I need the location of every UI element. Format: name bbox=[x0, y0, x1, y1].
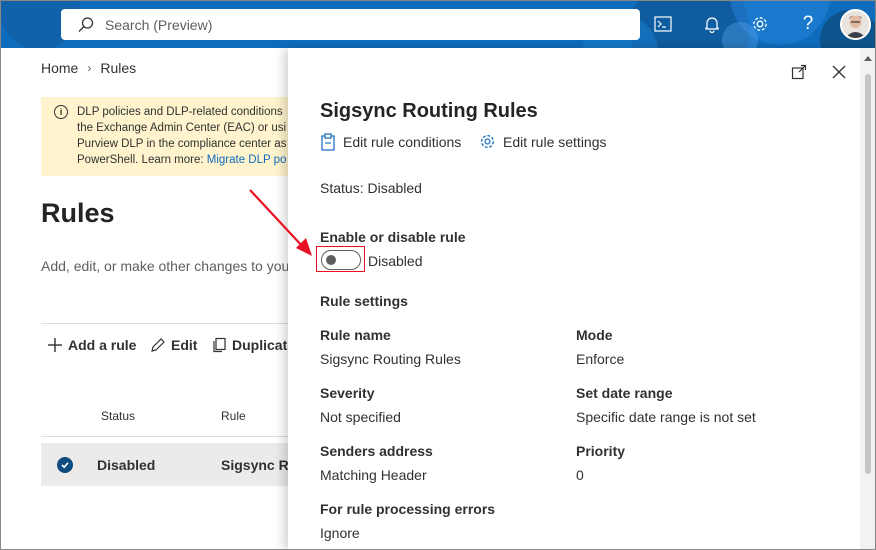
search-icon bbox=[78, 16, 94, 32]
severity-label: Severity bbox=[320, 385, 375, 401]
edit-rule-settings-button[interactable]: Edit rule settings bbox=[479, 133, 607, 150]
search-input[interactable] bbox=[105, 16, 605, 33]
rule-settings-heading: Rule settings bbox=[320, 293, 408, 309]
avatar[interactable] bbox=[840, 9, 871, 40]
breadcrumb: Home › Rules bbox=[41, 60, 136, 76]
enable-rule-toggle[interactable] bbox=[321, 250, 361, 270]
toggle-knob bbox=[326, 255, 336, 265]
terminal-icon[interactable] bbox=[651, 12, 675, 36]
breadcrumb-current: Rules bbox=[100, 60, 137, 76]
pencil-icon bbox=[151, 338, 165, 352]
info-line-1: DLP policies and DLP-related conditions bbox=[77, 106, 283, 118]
toggle-heading: Enable or disable rule bbox=[320, 229, 466, 245]
panel-title: Sigsync Routing Rules bbox=[320, 100, 538, 122]
row-status: Disabled bbox=[97, 457, 156, 473]
edit-rule-conditions-button[interactable]: Edit rule conditions bbox=[320, 133, 461, 151]
avatar-image bbox=[842, 11, 869, 38]
page-description: Add, edit, or make other changes to you bbox=[41, 258, 290, 274]
table-header-divider bbox=[41, 436, 301, 437]
panel-scrollbar[interactable] bbox=[860, 48, 876, 550]
info-line-3: Purview DLP in the compliance center as bbox=[77, 138, 287, 150]
edit-label: Edit bbox=[171, 337, 198, 353]
severity-value: Not specified bbox=[320, 409, 401, 425]
open-in-new-window-icon[interactable] bbox=[789, 62, 809, 82]
help-glyph: ? bbox=[802, 13, 814, 34]
edit-button[interactable]: Edit bbox=[150, 337, 197, 353]
senders-address-value: Matching Header bbox=[320, 467, 427, 483]
bell-icon[interactable] bbox=[700, 12, 724, 36]
gear-icon[interactable] bbox=[748, 12, 772, 36]
plus-icon bbox=[48, 338, 62, 352]
search-box[interactable] bbox=[61, 9, 640, 40]
edit-rule-settings-label: Edit rule settings bbox=[503, 133, 607, 150]
processing-errors-value: Ignore bbox=[320, 525, 360, 541]
top-bar: ? bbox=[0, 0, 876, 48]
toggle-highlight-box bbox=[316, 246, 365, 272]
breadcrumb-home[interactable]: Home bbox=[41, 60, 78, 76]
close-icon[interactable] bbox=[829, 62, 849, 82]
column-header-rule[interactable]: Rule bbox=[221, 409, 246, 423]
clipboard-icon bbox=[321, 133, 335, 151]
mode-value: Enforce bbox=[576, 351, 625, 367]
date-range-label: Set date range bbox=[576, 385, 673, 401]
checkmark-circle-icon[interactable] bbox=[57, 457, 73, 473]
page-title: Rules bbox=[41, 198, 115, 228]
row-rule-name: Sigsync Ro bbox=[221, 457, 298, 473]
add-rule-button[interactable]: Add a rule bbox=[47, 337, 136, 353]
mode-label: Mode bbox=[576, 327, 613, 343]
copy-icon bbox=[213, 337, 226, 353]
priority-value: 0 bbox=[576, 467, 584, 483]
senders-address-label: Senders address bbox=[320, 443, 433, 459]
column-header-status[interactable]: Status bbox=[101, 409, 135, 423]
edit-rule-conditions-label: Edit rule conditions bbox=[343, 134, 462, 150]
migrate-dlp-link[interactable]: Migrate DLP po bbox=[207, 154, 287, 166]
settings-gear-icon bbox=[480, 134, 495, 149]
scroll-thumb[interactable] bbox=[865, 74, 871, 474]
processing-errors-label: For rule processing errors bbox=[320, 501, 496, 517]
date-range-value: Specific date range is not set bbox=[576, 409, 756, 425]
toggle-state-label: Disabled bbox=[368, 253, 423, 269]
duplicate-label: Duplicate bbox=[232, 337, 296, 353]
chevron-right-icon: › bbox=[87, 61, 92, 75]
info-line-4: PowerShell. Learn more: Migrate DLP po bbox=[77, 154, 287, 166]
info-message-bar: i DLP policies and DLP-related condition… bbox=[41, 97, 301, 176]
rule-status: Status: Disabled bbox=[320, 180, 422, 196]
add-rule-label: Add a rule bbox=[68, 337, 137, 353]
rule-details-panel: Sigsync Routing Rules Edit rule conditio… bbox=[288, 48, 876, 550]
info-line-2: the Exchange Admin Center (EAC) or usi bbox=[77, 122, 287, 134]
command-bar-divider bbox=[41, 323, 301, 324]
priority-label: Priority bbox=[576, 443, 626, 459]
rule-name-label: Rule name bbox=[320, 327, 391, 343]
table-row[interactable]: Disabled Sigsync Ro bbox=[41, 443, 301, 486]
info-icon: i bbox=[54, 105, 68, 119]
help-icon[interactable]: ? bbox=[796, 12, 820, 36]
duplicate-button[interactable]: Duplicate bbox=[211, 337, 295, 353]
scroll-up-arrow-icon[interactable] bbox=[864, 56, 872, 61]
rule-name-value: Sigsync Routing Rules bbox=[320, 351, 461, 367]
